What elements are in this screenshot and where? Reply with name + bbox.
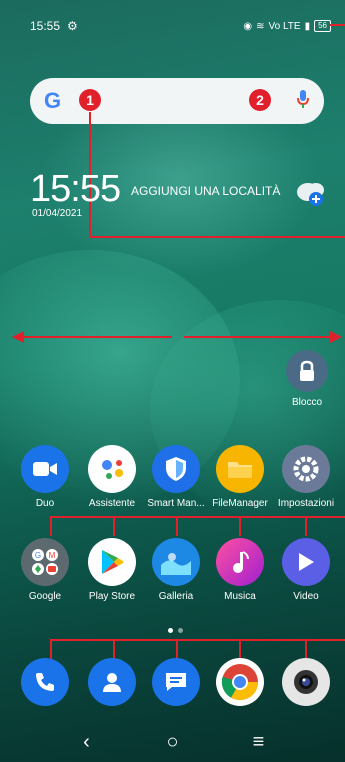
battery-icon: 56: [314, 20, 331, 32]
app-label: Play Store: [88, 591, 136, 602]
nfc-icon: ◉: [243, 20, 253, 32]
app-label: Video: [293, 591, 319, 602]
network-label: Vo LTE: [268, 20, 301, 32]
wifi-icon: ≋: [256, 20, 265, 32]
lock-icon: [286, 350, 328, 392]
signal-icon: ▮: [304, 20, 311, 32]
folder-icon: [216, 445, 264, 493]
app-duo[interactable]: Duo: [14, 445, 76, 509]
dock-chrome[interactable]: [209, 658, 271, 706]
arrow-left-icon: [12, 331, 24, 343]
weather-cloud-icon[interactable]: [294, 178, 328, 208]
recents-button[interactable]: ≡: [216, 731, 302, 754]
app-galleria[interactable]: Galleria: [145, 538, 207, 602]
app-label: Blocco: [291, 397, 322, 408]
app-label: Musica: [224, 591, 256, 602]
google-logo-icon: G: [44, 88, 62, 113]
app-smart-manager[interactable]: Smart Man...: [145, 445, 207, 509]
annotation-line: [113, 516, 115, 536]
arrow-right-icon: [330, 331, 342, 343]
dock-contacts[interactable]: [81, 658, 143, 706]
status-bar: 15:55 ⚙ ◉ ≋ Vo LTE ▮ 56: [0, 0, 345, 52]
play-store-icon: [88, 538, 136, 586]
app-musica[interactable]: Musica: [209, 538, 271, 602]
messages-icon: [152, 658, 200, 706]
google-folder-icon: GM: [21, 538, 69, 586]
settings-icon: [282, 445, 330, 493]
dock-phone[interactable]: [14, 658, 76, 706]
mic-icon[interactable]: [296, 89, 310, 114]
callout-1: 1: [79, 89, 101, 111]
swipe-arrow-left: [22, 336, 172, 338]
widget-date: 01/04/2021: [32, 208, 83, 219]
status-icons: ◉ ≋ Vo LTE ▮ 56: [243, 20, 331, 32]
navigation-bar: ‹ ○ ≡: [0, 723, 345, 762]
back-button[interactable]: ‹: [44, 731, 130, 754]
dock-messages[interactable]: [145, 658, 207, 706]
page-dot: [178, 628, 183, 633]
annotation-line: [89, 236, 345, 238]
app-assistente[interactable]: Assistente: [81, 445, 143, 509]
svg-text:G: G: [35, 551, 41, 560]
annotation-line: [239, 516, 241, 536]
callout-2: 2: [249, 89, 271, 111]
gear-icon: ⚙: [67, 19, 78, 33]
swipe-arrow-right: [184, 336, 332, 338]
music-icon: [216, 538, 264, 586]
app-label: Smart Man...: [147, 498, 205, 509]
camera-icon: [282, 658, 330, 706]
add-location-link[interactable]: AGGIUNGI UNA LOCALITÀ: [131, 184, 280, 198]
annotation-line: [176, 516, 178, 536]
app-label: Assistente: [88, 498, 136, 509]
app-label: Duo: [35, 498, 55, 509]
status-time: 15:55: [30, 19, 61, 33]
shield-icon: [152, 445, 200, 493]
app-filemanager[interactable]: FileManager: [209, 445, 271, 509]
app-label: Google: [28, 591, 62, 602]
annotation-line: [50, 516, 345, 518]
annotation-line: [305, 516, 307, 536]
video-camera-icon: [21, 445, 69, 493]
app-impostazioni[interactable]: Impostazioni: [275, 445, 337, 509]
page-indicator: [168, 628, 183, 633]
contacts-icon: [88, 658, 136, 706]
app-video[interactable]: Video: [275, 538, 337, 602]
video-play-icon: [282, 538, 330, 586]
app-lock[interactable]: Blocco: [276, 350, 338, 408]
app-label: Galleria: [158, 591, 194, 602]
chrome-icon: [216, 658, 264, 706]
assistant-icon: [88, 445, 136, 493]
annotation-line: [330, 24, 345, 26]
page-dot: [168, 628, 173, 633]
google-search-bar[interactable]: G: [30, 78, 324, 124]
app-google-folder[interactable]: GM Google: [14, 538, 76, 602]
phone-icon: [21, 658, 69, 706]
app-label: Impostazioni: [277, 498, 335, 509]
dock-camera[interactable]: [275, 658, 337, 706]
annotation-line: [50, 516, 52, 536]
app-play-store[interactable]: Play Store: [81, 538, 143, 602]
app-label: FileManager: [212, 498, 268, 509]
svg-text:M: M: [49, 551, 56, 560]
annotation-line: [50, 639, 345, 641]
home-button[interactable]: ○: [130, 731, 216, 754]
gallery-icon: [152, 538, 200, 586]
widget-clock[interactable]: 15:55: [30, 168, 121, 211]
